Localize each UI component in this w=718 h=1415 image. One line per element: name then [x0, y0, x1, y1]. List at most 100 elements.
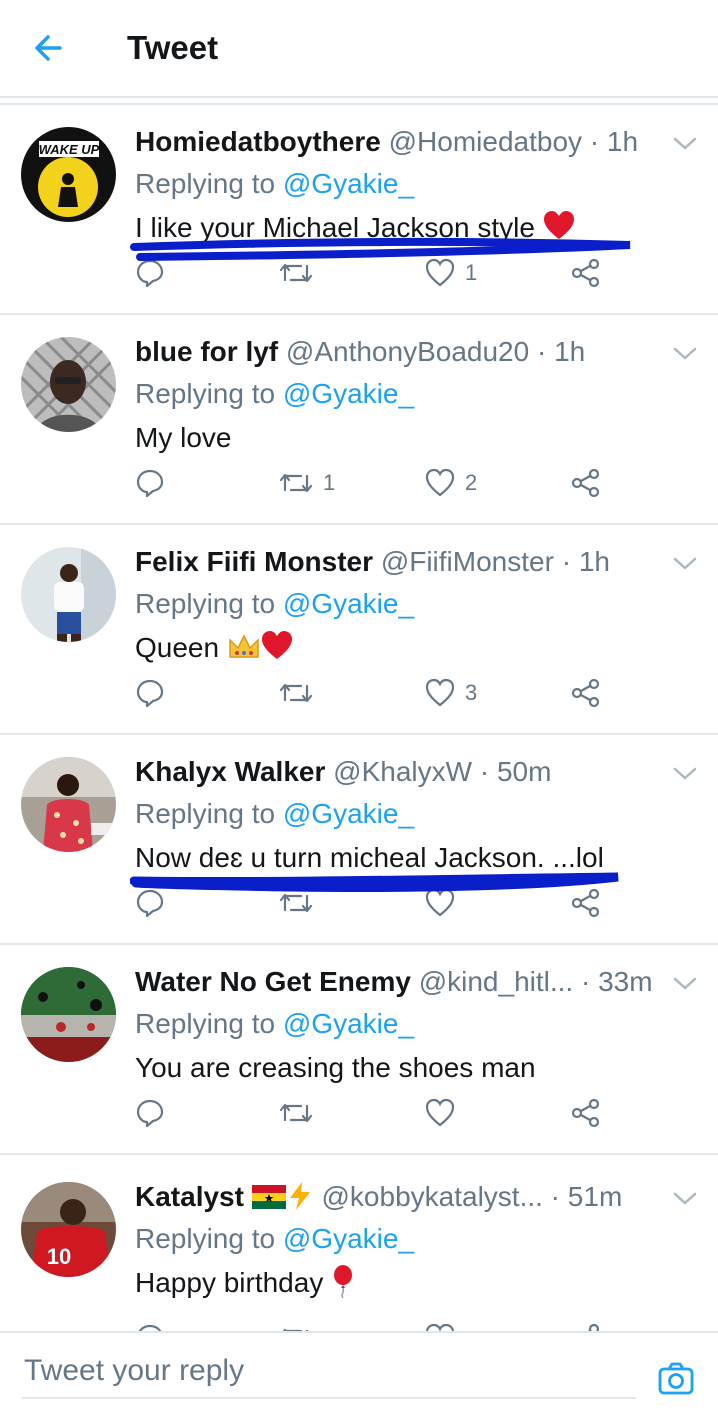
share-button[interactable]: [571, 463, 601, 503]
tweet-text: Now deɛ u turn micheal Jackson. ...lol: [135, 842, 604, 873]
tweet-text: Happy birthday: [135, 1264, 355, 1302]
lightning-icon: [286, 1181, 314, 1212]
tweet-header: blue for lyf @AnthonyBoadu20 · 1h: [135, 336, 586, 367]
like-button[interactable]: 1: [425, 253, 477, 293]
avatar[interactable]: WAKE UP: [21, 127, 116, 222]
share-icon: [571, 1098, 600, 1128]
reply-composer: [0, 1331, 718, 1415]
avatar[interactable]: [21, 337, 116, 432]
replying-to: Replying to @Gyakie_: [135, 798, 415, 829]
display-name[interactable]: Felix Fiifi Monster: [135, 546, 373, 577]
like-button[interactable]: [425, 1093, 465, 1133]
avatar[interactable]: 10: [21, 1182, 116, 1277]
heart-outline-icon: [425, 258, 455, 287]
chevron-down-icon[interactable]: [670, 1186, 700, 1210]
tweet-item[interactable]: Water No Get Enemy @kind_hitl... · 33m R…: [0, 945, 718, 1155]
replying-to: Replying to @Gyakie_: [135, 588, 415, 619]
reply-button[interactable]: [135, 463, 175, 503]
like-count: 1: [465, 260, 478, 285]
replying-to: Replying to @Gyakie_: [135, 168, 415, 199]
retweet-button[interactable]: 1: [279, 463, 335, 503]
replying-to-handle[interactable]: @Gyakie_: [283, 1223, 414, 1254]
heart-outline-icon: [425, 468, 455, 497]
share-button[interactable]: [571, 1093, 601, 1133]
camera-icon[interactable]: [656, 1359, 696, 1399]
display-name[interactable]: Water No Get Enemy: [135, 966, 411, 997]
retweet-icon: [279, 263, 313, 283]
retweet-button[interactable]: [279, 883, 323, 923]
heart-outline-icon: [425, 888, 455, 917]
tweet-item[interactable]: Khalyx Walker @KhalyxW · 50m Replying to…: [0, 735, 718, 945]
heart-outline-icon: [425, 678, 455, 707]
share-icon: [571, 468, 600, 498]
share-button[interactable]: [571, 883, 601, 923]
replying-to-handle[interactable]: @Gyakie_: [283, 168, 414, 199]
retweet-icon: [279, 473, 313, 493]
timestamp: 1h: [554, 336, 586, 367]
replying-to-handle[interactable]: @Gyakie_: [283, 1008, 414, 1039]
tweet-header: Homiedatboythere @Homiedatboy · 1h: [135, 126, 639, 157]
like-button[interactable]: 2: [425, 463, 477, 503]
chevron-down-icon[interactable]: [670, 131, 700, 155]
share-button[interactable]: [571, 253, 601, 293]
tweet-actions: 1 2: [135, 463, 615, 503]
back-arrow-icon[interactable]: [30, 28, 70, 68]
like-button[interactable]: 3: [425, 673, 477, 713]
user-handle[interactable]: @KhalyxW: [333, 756, 472, 787]
tweet-text: Queen: [135, 629, 293, 667]
tweet-item[interactable]: blue for lyf @AnthonyBoadu20 · 1h Replyi…: [0, 315, 718, 525]
display-name[interactable]: Homiedatboythere: [135, 126, 381, 157]
page-title: Tweet: [127, 29, 219, 66]
tweet-item[interactable]: WAKE UP Homiedatboythere @Homiedatboy · …: [0, 105, 718, 315]
chevron-down-icon[interactable]: [670, 761, 700, 785]
reply-list: WAKE UP Homiedatboythere @Homiedatboy · …: [0, 103, 718, 1333]
user-handle[interactable]: @FiifiMonster: [381, 546, 554, 577]
replying-to-handle[interactable]: @Gyakie_: [283, 588, 414, 619]
user-handle[interactable]: @AnthonyBoadu20: [286, 336, 529, 367]
timestamp: 1h: [606, 126, 639, 157]
avatar[interactable]: [21, 967, 116, 1062]
chevron-down-icon[interactable]: [670, 551, 700, 575]
avatar-logo-text: WAKE UP: [39, 142, 100, 157]
replying-to-handle[interactable]: @Gyakie_: [283, 378, 414, 409]
retweet-icon: [279, 683, 313, 703]
replying-to-handle[interactable]: @Gyakie_: [283, 798, 414, 829]
retweet-button[interactable]: [279, 253, 323, 293]
reply-button[interactable]: [135, 883, 175, 923]
reply-button[interactable]: [135, 253, 175, 293]
chevron-down-icon[interactable]: [670, 971, 700, 995]
display-name[interactable]: blue for lyf: [135, 336, 278, 367]
balloon-emoji: [331, 1265, 355, 1299]
display-name[interactable]: Katalyst: [135, 1181, 244, 1212]
tweet-actions: 1: [135, 253, 615, 293]
tweet-item[interactable]: 10 Katalyst @kobbykatalyst... · 51m Repl…: [0, 1160, 718, 1333]
share-icon: [571, 888, 600, 918]
tweet-header: Felix Fiifi Monster @FiifiMonster · 1h: [135, 546, 610, 577]
replying-to: Replying to @Gyakie_: [135, 378, 415, 409]
retweet-button[interactable]: [279, 673, 323, 713]
reply-icon: [136, 469, 164, 498]
heart-emoji: [543, 211, 575, 243]
share-icon: [571, 678, 600, 708]
user-handle[interactable]: @kobbykatalyst...: [322, 1181, 543, 1212]
retweet-count: 1: [323, 470, 336, 495]
reply-icon: [136, 1099, 164, 1128]
display-name[interactable]: Khalyx Walker: [135, 756, 325, 787]
retweet-button[interactable]: [279, 1093, 323, 1133]
ghana-flag-icon: [251, 1181, 286, 1212]
reply-input[interactable]: [22, 1345, 636, 1399]
share-button[interactable]: [571, 673, 601, 713]
avatar[interactable]: [21, 757, 116, 852]
timestamp: 1h: [578, 546, 610, 577]
reply-button[interactable]: [135, 673, 175, 713]
tweet-item[interactable]: Felix Fiifi Monster @FiifiMonster · 1h R…: [0, 525, 718, 735]
like-button[interactable]: [425, 883, 465, 923]
avatar[interactable]: [21, 547, 116, 642]
user-handle[interactable]: @Homiedatboy: [389, 126, 582, 157]
share-icon: [571, 258, 600, 288]
reply-button[interactable]: [135, 1093, 175, 1133]
crown-emoji: [227, 632, 261, 663]
chevron-down-icon[interactable]: [670, 341, 700, 365]
timestamp: 33m: [598, 966, 653, 997]
user-handle[interactable]: @kind_hitl...: [419, 966, 574, 997]
